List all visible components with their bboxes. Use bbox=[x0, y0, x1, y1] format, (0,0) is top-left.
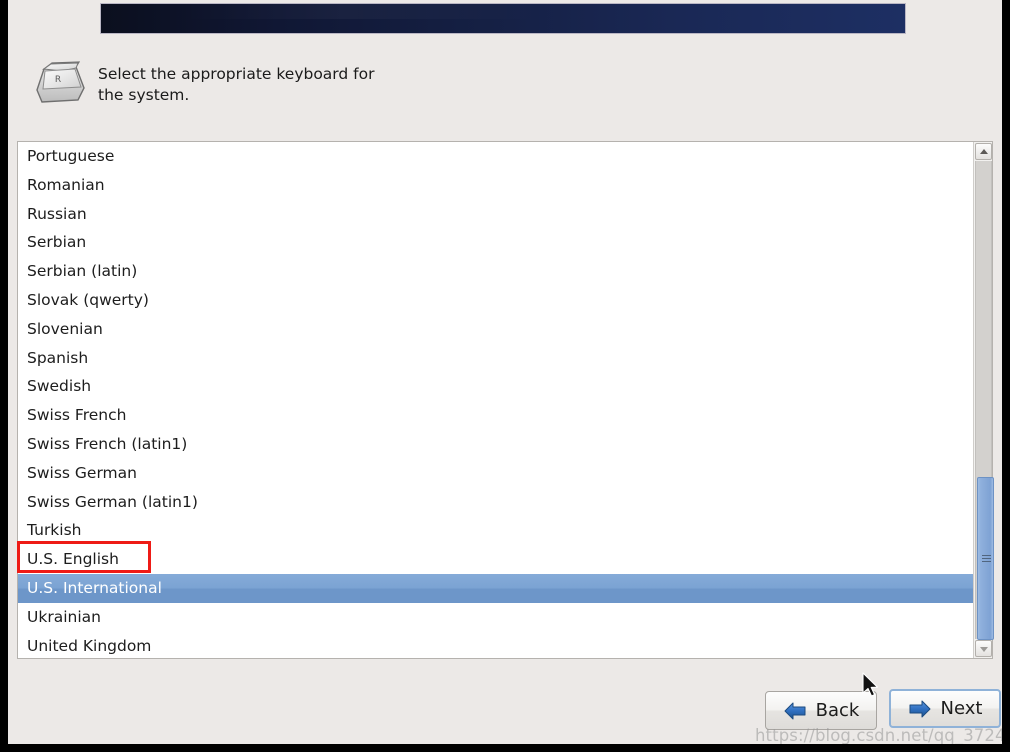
list-item[interactable]: Swedish bbox=[18, 372, 973, 401]
list-item[interactable]: Slovenian bbox=[18, 315, 973, 344]
list-item[interactable]: Romanian bbox=[18, 171, 973, 200]
scrollbar-thumb[interactable] bbox=[977, 477, 994, 640]
list-item[interactable]: Portuguese bbox=[18, 142, 973, 171]
grip-lines-icon bbox=[981, 554, 991, 564]
list-item[interactable]: Swiss German (latin1) bbox=[18, 488, 973, 517]
list-item[interactable]: Slovak (qwerty) bbox=[18, 286, 973, 315]
list-item[interactable]: Swiss French (latin1) bbox=[18, 430, 973, 459]
list-item[interactable]: Spanish bbox=[18, 344, 973, 373]
list-item[interactable]: Russian bbox=[18, 200, 973, 229]
header-banner bbox=[100, 3, 906, 34]
list-item[interactable]: Turkish bbox=[18, 516, 973, 545]
scroll-down-button[interactable] bbox=[975, 640, 992, 657]
back-button-label: Back bbox=[815, 700, 860, 721]
banner-sheen bbox=[101, 4, 905, 19]
navigation-button-bar: Back Next bbox=[8, 678, 1002, 734]
arrow-right-icon bbox=[908, 699, 932, 719]
list-scrollbar[interactable] bbox=[973, 142, 994, 658]
next-button[interactable]: Next bbox=[889, 689, 1001, 728]
list-item[interactable]: Swiss German bbox=[18, 459, 973, 488]
description-row: R Select the appropriate keyboard for th… bbox=[22, 57, 662, 117]
chevron-up-icon bbox=[979, 148, 988, 154]
list-item[interactable]: U.S. International bbox=[18, 573, 973, 603]
list-item[interactable]: U.S. English bbox=[18, 545, 973, 574]
list-item[interactable]: Swiss French bbox=[18, 401, 973, 430]
back-button[interactable]: Back bbox=[765, 691, 877, 730]
description-text: Select the appropriate keyboard for the … bbox=[98, 65, 375, 104]
list-item[interactable]: Serbian (latin) bbox=[18, 257, 973, 286]
list-item[interactable]: Serbian bbox=[18, 228, 973, 257]
keyboard-layout-list[interactable]: Portuguese Romanian Russian Serbian Serbian … bbox=[17, 141, 994, 659]
list-item[interactable]: United Kingdom bbox=[18, 632, 973, 658]
keyboard-key-icon: R bbox=[32, 60, 88, 108]
next-button-label: Next bbox=[940, 698, 983, 719]
arrow-left-icon bbox=[783, 701, 807, 721]
screen-root: R Select the appropriate keyboard for th… bbox=[0, 0, 1010, 752]
installer-window: R Select the appropriate keyboard for th… bbox=[8, 0, 1002, 744]
scrollbar-track[interactable] bbox=[975, 161, 994, 640]
chevron-down-icon bbox=[979, 646, 988, 652]
svg-text:R: R bbox=[55, 75, 61, 85]
list-viewport[interactable]: Portuguese Romanian Russian Serbian Serbian … bbox=[18, 142, 973, 658]
scroll-up-button[interactable] bbox=[975, 143, 992, 160]
list-item[interactable]: Ukrainian bbox=[18, 603, 973, 632]
